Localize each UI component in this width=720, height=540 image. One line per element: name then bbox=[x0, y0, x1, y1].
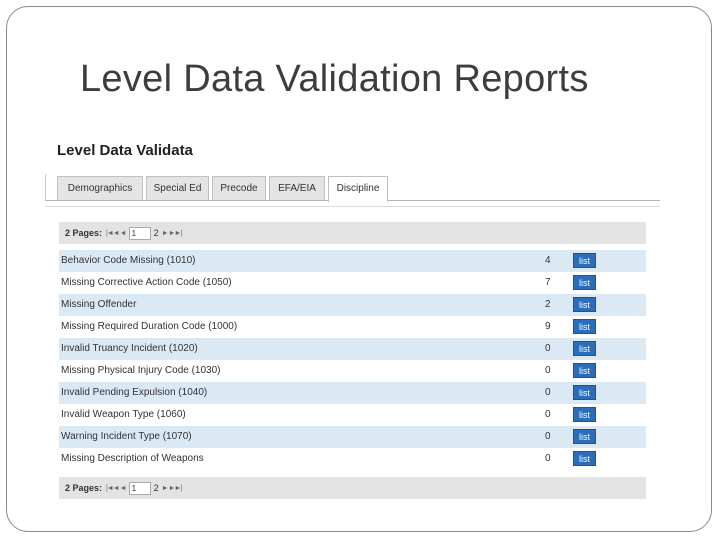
row-count: 2 bbox=[545, 299, 551, 310]
list-button[interactable]: list bbox=[573, 451, 596, 466]
pager-pages-label: 2 Pages: bbox=[65, 228, 103, 238]
tab-efa-eia[interactable]: EFA/EIA bbox=[269, 176, 325, 200]
row-label: Invalid Pending Expulsion (1040) bbox=[61, 387, 208, 398]
table-row: Missing Physical Injury Code (1030) 0 li… bbox=[59, 360, 646, 382]
row-count: 0 bbox=[545, 409, 551, 420]
pager-top: 2 Pages: |◄◄ ◄ 1 2 ► ►►| bbox=[59, 222, 646, 244]
row-count: 9 bbox=[545, 321, 551, 332]
pager-total: 2 bbox=[153, 483, 159, 493]
row-label: Missing Corrective Action Code (1050) bbox=[61, 277, 232, 288]
row-count: 7 bbox=[545, 277, 551, 288]
validation-table: Behavior Code Missing (1010) 4 list Miss… bbox=[59, 250, 646, 470]
list-button[interactable]: list bbox=[573, 319, 596, 334]
tab-discipline[interactable]: Discipline bbox=[328, 176, 388, 202]
list-button[interactable]: list bbox=[573, 429, 596, 444]
row-count: 0 bbox=[545, 365, 551, 376]
row-count: 0 bbox=[545, 387, 551, 398]
table-row: Behavior Code Missing (1010) 4 list bbox=[59, 250, 646, 272]
slide-title: Level Data Validation Reports bbox=[80, 58, 589, 100]
table-row: Invalid Truancy Incident (1020) 0 list bbox=[59, 338, 646, 360]
pager-total: 2 bbox=[153, 228, 159, 238]
pager-pages-label: 2 Pages: bbox=[65, 483, 103, 493]
row-label: Missing Required Duration Code (1000) bbox=[61, 321, 238, 332]
page-number-input[interactable]: 1 bbox=[128, 481, 151, 495]
tab-special-ed[interactable]: Special Ed bbox=[146, 176, 209, 200]
list-button[interactable]: list bbox=[573, 297, 596, 312]
list-button[interactable]: list bbox=[573, 407, 596, 422]
row-label: Missing Description of Weapons bbox=[61, 453, 204, 464]
table-row: Invalid Weapon Type (1060) 0 list bbox=[59, 404, 646, 426]
pager-bottom: 2 Pages: |◄◄ ◄ 1 2 ► ►►| bbox=[59, 477, 646, 499]
row-label: Missing Physical Injury Code (1030) bbox=[61, 365, 221, 376]
list-button[interactable]: list bbox=[573, 253, 596, 268]
tabs: Demographics Special Ed Precode EFA/EIA … bbox=[57, 176, 388, 202]
list-button[interactable]: list bbox=[573, 341, 596, 356]
row-count: 0 bbox=[545, 343, 551, 354]
table-row: Missing Description of Weapons 0 list bbox=[59, 448, 646, 470]
first-prev-page-icon[interactable]: |◄◄ ◄ bbox=[106, 230, 127, 237]
row-label: Warning Incident Type (1070) bbox=[61, 431, 192, 442]
table-row: Warning Incident Type (1070) 0 list bbox=[59, 426, 646, 448]
table-row: Missing Required Duration Code (1000) 9 … bbox=[59, 316, 646, 338]
next-last-page-icon[interactable]: ► ►►| bbox=[162, 230, 183, 237]
table-row: Invalid Pending Expulsion (1040) 0 list bbox=[59, 382, 646, 404]
next-last-page-icon[interactable]: ► ►►| bbox=[162, 485, 183, 492]
list-button[interactable]: list bbox=[573, 275, 596, 290]
row-count: 4 bbox=[545, 255, 551, 266]
row-label: Behavior Code Missing (1010) bbox=[61, 255, 196, 266]
row-label: Invalid Truancy Incident (1020) bbox=[61, 343, 198, 354]
row-label: Invalid Weapon Type (1060) bbox=[61, 409, 186, 420]
list-button[interactable]: list bbox=[573, 385, 596, 400]
tab-precode[interactable]: Precode bbox=[212, 176, 266, 200]
page-number-input[interactable]: 1 bbox=[128, 226, 151, 240]
row-label: Missing Offender bbox=[61, 299, 137, 310]
first-prev-page-icon[interactable]: |◄◄ ◄ bbox=[106, 485, 127, 492]
row-count: 0 bbox=[545, 431, 551, 442]
page-heading: Level Data Validata bbox=[57, 142, 193, 159]
tab-demographics[interactable]: Demographics bbox=[57, 176, 143, 200]
table-row: Missing Offender 2 list bbox=[59, 294, 646, 316]
list-button[interactable]: list bbox=[573, 363, 596, 378]
row-count: 0 bbox=[545, 453, 551, 464]
table-row: Missing Corrective Action Code (1050) 7 … bbox=[59, 272, 646, 294]
